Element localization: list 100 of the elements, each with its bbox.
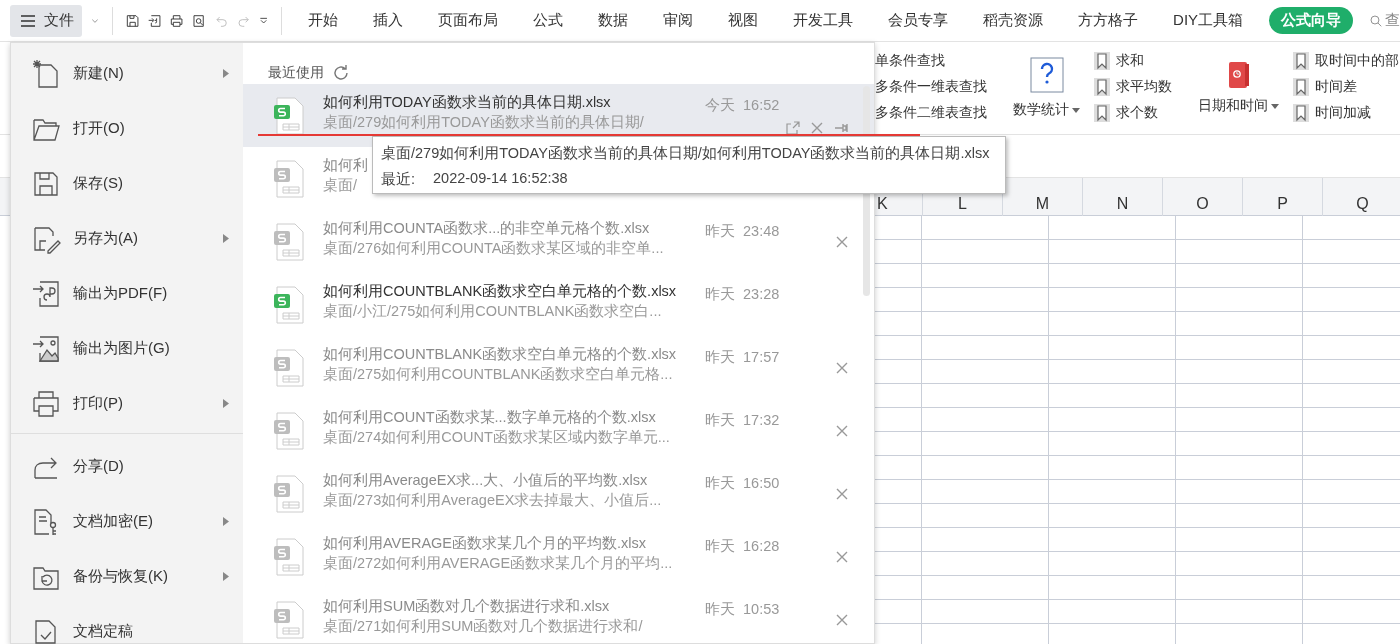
- ribbon-tab[interactable]: DIY工具箱: [1160, 7, 1257, 34]
- ribbon-tab[interactable]: 会员专享: [875, 7, 962, 34]
- file-path: 桌面/小江/275如何利用COUNTBLANK函数求空白...: [323, 302, 662, 321]
- file-path: 桌面/273如何利用AverageEX求去掉最大、小值后...: [323, 491, 662, 510]
- export-image-icon: [31, 333, 61, 364]
- formula-command[interactable]: 求平均数: [1088, 78, 1172, 96]
- tooltip-time: 2022-09-14 16:52:38: [433, 170, 568, 189]
- file-name: 如何利用AverageEX求...大、小值后的平均数.xlsx: [323, 471, 648, 490]
- close-icon[interactable]: [836, 550, 848, 563]
- recent-file-row[interactable]: 如何利用COUNTBLANK函数求空白单元格的个数.xlsx 桌面/小江/275如何利用COUNTBLANK函数求空白... 昨天 23:28: [243, 273, 874, 336]
- file-time: 昨天 16:28: [705, 537, 780, 556]
- recent-file-row[interactable]: 如何利用AVERAGE函数求某几个月的平均数.xlsx 桌面/272如何利用AVERAGE函数求某几个月的平均... 昨天 16:28: [243, 525, 874, 588]
- formula-command[interactable]: 时间差: [1287, 78, 1399, 96]
- ribbon-tab[interactable]: 审阅: [650, 7, 707, 34]
- search-label[interactable]: 查: [1385, 11, 1400, 30]
- spreadsheet-file-icon: [273, 536, 305, 577]
- math-stats-button[interactable]: 数学统计: [1005, 42, 1088, 134]
- menu-item[interactable]: 打开(O): [11, 101, 243, 156]
- close-icon[interactable]: [836, 424, 848, 437]
- menu-item[interactable]: 文档定稿: [11, 604, 243, 644]
- file-name: 如何利用COUNT函数求某...数字单元格的个数.xlsx: [323, 408, 656, 427]
- bookmark-icon: [1293, 104, 1309, 122]
- spreadsheet-file-icon: [273, 95, 305, 136]
- close-icon[interactable]: [836, 235, 848, 248]
- close-icon[interactable]: [836, 487, 848, 500]
- menu-item[interactable]: 分享(D): [11, 439, 243, 494]
- close-icon[interactable]: [836, 613, 848, 626]
- menu-item[interactable]: 输出为PDF(F): [11, 266, 243, 321]
- spreadsheet-file-icon: [273, 599, 305, 640]
- recent-file-row[interactable]: 如何利用COUNT函数求某...数字单元格的个数.xlsx 桌面/274如何利用COUNT函数求某区域内数字单元... 昨天 17:32: [243, 399, 874, 462]
- menu-item[interactable]: 新建(N): [11, 46, 243, 101]
- formula-command[interactable]: 求个数: [1088, 104, 1172, 122]
- column-header[interactable]: N: [1082, 178, 1162, 216]
- menu-icon: [20, 13, 36, 28]
- ribbon-tab[interactable]: 数据: [585, 7, 642, 34]
- lookup-command[interactable]: 单条件查找: [875, 52, 987, 70]
- file-name: 如何利用TODAY函数求当前的具体日期.xlsx: [323, 93, 611, 112]
- menu-item[interactable]: 文档加密(E): [11, 494, 243, 549]
- ribbon-tab[interactable]: 稻壳资源: [970, 7, 1057, 34]
- ribbon-tab[interactable]: 方方格子: [1065, 7, 1152, 34]
- file-time: 昨天 23:28: [705, 285, 780, 304]
- share-icon[interactable]: [786, 120, 800, 135]
- lookup-command[interactable]: 多条件一维表查找: [875, 78, 987, 96]
- close-icon[interactable]: [836, 361, 848, 374]
- recent-file-row[interactable]: 如何利用SUM函数对几个数据进行求和.xlsx 桌面/271如何利用SUM函数对几个数据进行求和/ 昨天 10:53: [243, 588, 874, 644]
- ribbon-tab[interactable]: 开始: [295, 7, 352, 34]
- file-path: 桌面/: [323, 176, 358, 195]
- file-name: 如何利用COUNTA函数求...的非空单元格个数.xlsx: [323, 219, 650, 238]
- bookmark-icon: [1094, 52, 1110, 70]
- file-menu-button[interactable]: 文件: [10, 4, 82, 37]
- ribbon-tab[interactable]: 插入: [360, 7, 417, 34]
- print-icon: [31, 388, 61, 419]
- file-time: 昨天 17:32: [705, 411, 780, 430]
- recent-file-row[interactable]: 如何利用COUNTBLANK函数求空白单元格的个数.xlsx 桌面/275如何利用COUNTBLANK函数求空白单元格... 昨天 17:57: [243, 336, 874, 399]
- caret-icon: [1271, 103, 1279, 109]
- recent-file-row[interactable]: 如何利用COUNTA函数求...的非空单元格个数.xlsx 桌面/276如何利用COUNTA函数求某区域的非空单... 昨天 23:48: [243, 210, 874, 273]
- file-time: 昨天 23:48: [705, 222, 780, 241]
- bookmark-icon: [1293, 78, 1309, 96]
- column-header[interactable]: P: [1242, 178, 1322, 216]
- formula-command[interactable]: 求和: [1088, 52, 1172, 70]
- menu-item[interactable]: 输出为图片(G): [11, 321, 243, 376]
- menu-item[interactable]: 打印(P): [11, 376, 243, 431]
- calendar-icon: [1226, 61, 1251, 89]
- file-name: 如何利用COUNTBLANK函数求空白单元格的个数.xlsx: [323, 345, 677, 364]
- recent-file-row[interactable]: 如何利用AverageEX求...大、小值后的平均数.xlsx 桌面/273如何利用AverageEX求去掉最大、小值后... 昨天 16:50: [243, 462, 874, 525]
- date-time-button[interactable]: 日期和时间: [1190, 42, 1287, 134]
- file-name: 如何利用SUM函数对几个数据进行求和.xlsx: [323, 597, 610, 616]
- formula-command[interactable]: 取时间中的部: [1287, 52, 1399, 70]
- ribbon-tab[interactable]: 开发工具: [780, 7, 867, 34]
- file-path: 桌面/276如何利用COUNTA函数求某区域的非空单...: [323, 239, 664, 258]
- refresh-icon[interactable]: [332, 64, 350, 82]
- tooltip-label: 最近:: [381, 170, 416, 190]
- ribbon-tab[interactable]: 页面布局: [425, 7, 512, 34]
- bookmark-icon: [1094, 78, 1110, 96]
- file-path: 桌面/271如何利用SUM函数对几个数据进行求和/: [323, 617, 643, 636]
- help-icon: [1029, 57, 1064, 93]
- bookmark-icon: [1293, 52, 1309, 70]
- spreadsheet-file-icon: [273, 410, 305, 451]
- menu-item[interactable]: 保存(S): [11, 156, 243, 211]
- file-path: 桌面/274如何利用COUNT函数求某区域内数字单元...: [323, 428, 670, 447]
- column-header[interactable]: O: [1162, 178, 1242, 216]
- menu-item[interactable]: 另存为(A): [11, 211, 243, 266]
- ribbon-tab[interactable]: 公式: [520, 7, 577, 34]
- close-icon[interactable]: [810, 120, 824, 135]
- file-time: 昨天 17:57: [705, 348, 780, 367]
- file-path: 桌面/272如何利用AVERAGE函数求某几个月的平均...: [323, 554, 673, 573]
- spreadsheet-file-icon: [273, 347, 305, 388]
- file-path: 桌面/275如何利用COUNTBLANK函数求空白单元格...: [323, 365, 673, 384]
- file-time: 今天 16:52: [705, 96, 780, 115]
- lookup-command[interactable]: 多条件二维表查找: [875, 104, 987, 122]
- new-file-icon: [31, 58, 61, 89]
- formula-command[interactable]: 时间加减: [1287, 104, 1399, 122]
- spreadsheet-file-icon: [273, 221, 305, 262]
- ribbon-tab[interactable]: 视图: [715, 7, 772, 34]
- column-header[interactable]: Q: [1322, 178, 1400, 216]
- file-time: 昨天 16:50: [705, 474, 780, 493]
- caret-icon: [1072, 107, 1080, 113]
- math-stats-label: 数学统计: [1013, 101, 1080, 119]
- recent-heading: 最近使用: [268, 64, 324, 82]
- menu-item[interactable]: 备份与恢复(K): [11, 549, 243, 604]
